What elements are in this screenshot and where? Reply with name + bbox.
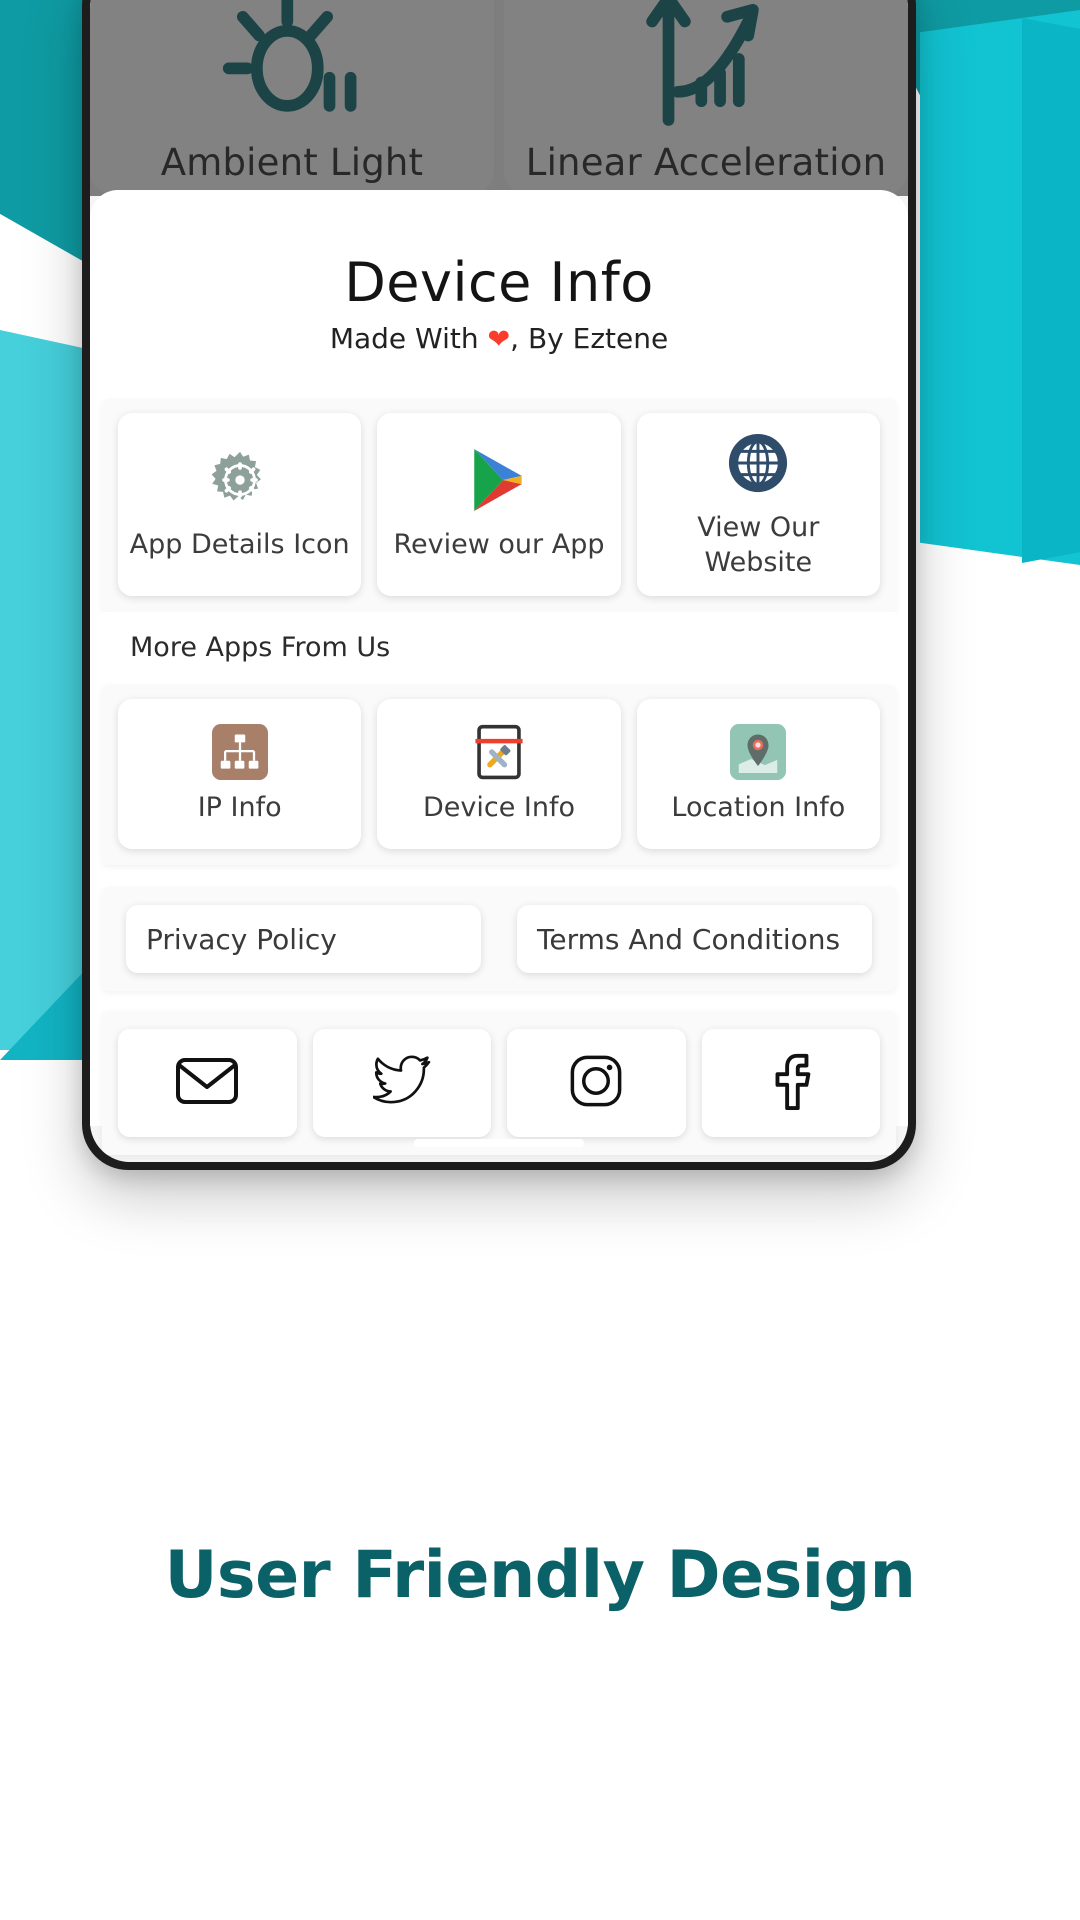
email-icon: [175, 1056, 239, 1111]
sheet-subtitle: Made With ❤, By Eztene: [90, 322, 908, 355]
heart-icon: ❤: [487, 324, 511, 355]
pill-label: Terms And Conditions: [537, 922, 841, 956]
more-apps-panel: IP Info Device Info Location Info: [102, 685, 896, 866]
promo-screenshot: Ambient Light Linea: [0, 0, 1080, 1920]
pill-label: Privacy Policy: [146, 922, 337, 956]
social-email-button[interactable]: [118, 1029, 297, 1138]
card-review-app[interactable]: Review our App: [377, 413, 621, 597]
action-cards-row: App Details Icon Review our App View Our…: [102, 413, 896, 597]
subtitle-after: , By Eztene: [510, 322, 669, 355]
page-title: Device Info: [344, 251, 654, 314]
twitter-icon: [371, 1055, 431, 1112]
location-info-icon: [730, 723, 787, 781]
scrim-overlay: [90, 0, 908, 196]
home-indicator: [414, 1139, 584, 1147]
card-label: App Details Icon: [129, 529, 350, 561]
more-apps-header-wrap: More Apps From Us: [102, 612, 896, 670]
app-cards-row: IP Info Device Info Location Info: [102, 699, 896, 850]
privacy-policy-button[interactable]: Privacy Policy: [126, 905, 481, 974]
legal-panel: Privacy Policy Terms And Conditions: [102, 887, 896, 992]
phone-mockup: Ambient Light Linea: [82, 0, 916, 1170]
more-apps-title: More Apps From Us: [130, 632, 391, 664]
card-location-info[interactable]: Location Info: [636, 699, 880, 850]
ip-info-icon: [211, 723, 268, 781]
card-app-details[interactable]: App Details Icon: [118, 413, 362, 597]
social-facebook-button[interactable]: [701, 1029, 880, 1138]
tagline: User Friendly Design: [164, 1538, 916, 1613]
legal-row: Privacy Policy Terms And Conditions: [102, 905, 896, 974]
instagram-icon: [568, 1053, 624, 1114]
social-instagram-button[interactable]: [507, 1029, 686, 1138]
facebook-icon: [771, 1052, 811, 1115]
card-view-website[interactable]: View Our Website: [636, 413, 880, 597]
globe-icon: [727, 429, 789, 497]
card-label: Device Info: [422, 791, 575, 823]
card-ip-info[interactable]: IP Info: [118, 699, 362, 850]
social-twitter-button[interactable]: [312, 1029, 491, 1138]
subtitle-before: Made With: [329, 322, 488, 355]
card-label: Review our App: [393, 529, 605, 561]
social-row: [102, 1029, 896, 1138]
card-label: Location Info: [671, 791, 846, 823]
gear-icon: [210, 446, 270, 514]
play-store-icon: [468, 446, 530, 514]
terms-conditions-button[interactable]: Terms And Conditions: [517, 905, 872, 974]
card-label: View Our Website: [697, 512, 820, 578]
device-info-bottom-sheet: Device Info Made With ❤, By Eztene App D…: [90, 190, 908, 1156]
social-panel: [102, 1011, 896, 1156]
action-cards-panel: App Details Icon Review our App View Our…: [102, 399, 896, 613]
card-label: IP Info: [197, 791, 282, 823]
card-device-info[interactable]: Device Info: [377, 699, 621, 850]
device-info-icon: [473, 723, 525, 781]
phone-screen: Ambient Light Linea: [90, 0, 908, 1162]
decor-right-edge: [1022, 18, 1080, 563]
